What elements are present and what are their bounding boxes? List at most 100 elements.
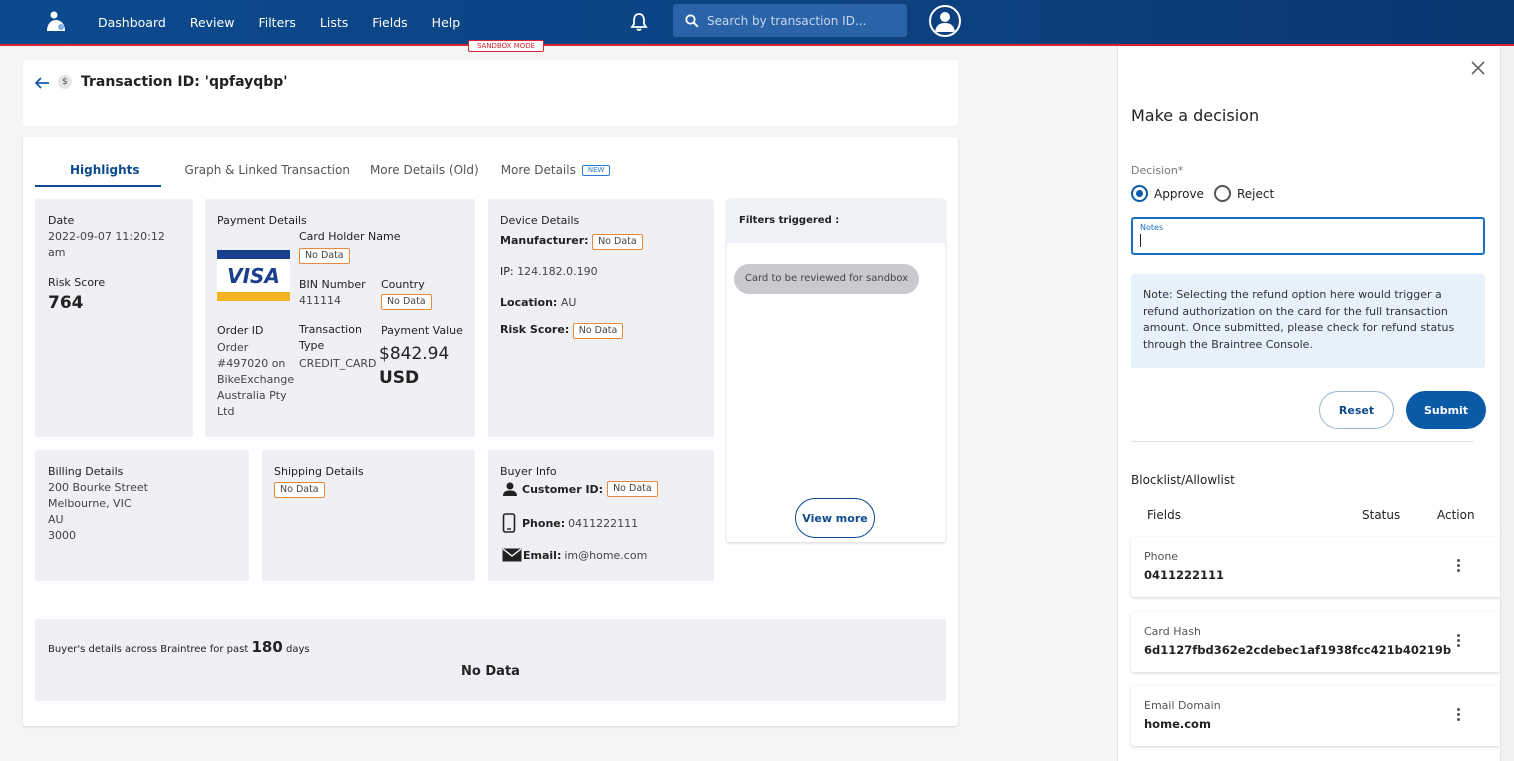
submit-button[interactable]: Submit (1406, 391, 1486, 429)
transaction-header: $ Transaction ID: 'qpfayqbp' (23, 60, 958, 126)
email-label: Email: (523, 548, 562, 562)
nav-filters[interactable]: Filters (258, 15, 295, 30)
svg-text:VISA: VISA (227, 264, 280, 288)
filters-triggered-panel: Filters triggered : Card to be reviewed … (727, 199, 945, 542)
filters-title: Filters triggered : (739, 215, 840, 226)
order-id-value: Order #497020 on BikeExchange Australia … (217, 341, 295, 418)
order-id-label: Order ID (217, 324, 264, 337)
buyer-info-panel: Buyer Info Customer ID: No Data Phone: 0… (488, 450, 714, 581)
nav-review[interactable]: Review (190, 15, 235, 30)
country-label: Country (381, 278, 425, 291)
blocklist-field-name: Email Domain (1144, 699, 1221, 712)
manufacturer-row: Manufacturer: No Data (500, 234, 643, 250)
blocklist-field-value: 6d1127fbd362e2cdebec1af1938fcc421b40219b (1144, 643, 1452, 657)
country-value: No Data (381, 293, 432, 310)
more-vert-icon[interactable] (1449, 557, 1467, 577)
customer-id-label: Customer ID: (522, 482, 604, 496)
main-nav: Dashboard Review Filters Lists Fields He… (98, 0, 484, 44)
blocklist-row: Email Domain home.com (1131, 686, 1501, 746)
search-icon (685, 13, 699, 28)
summary-panel: Date 2022-09-07 11:20:12 am Risk Score 7… (35, 199, 193, 437)
reject-label[interactable]: Reject (1237, 187, 1274, 201)
notes-field[interactable]: Notes (1131, 217, 1485, 255)
ip-label: IP: (500, 265, 514, 278)
approve-radio[interactable] (1131, 185, 1148, 202)
text-cursor (1140, 234, 1141, 247)
bell-icon[interactable] (630, 12, 648, 32)
tab-more-details[interactable]: More Details NEW (501, 152, 611, 188)
phone-row: Phone: 0411222111 (502, 513, 638, 533)
top-navbar: Dashboard Review Filters Lists Fields He… (0, 0, 1514, 46)
device-details-title: Device Details (500, 214, 580, 227)
decision-drawer: Make a decision Decision* Approve Reject… (1117, 46, 1501, 761)
card-holder-label: Card Holder Name (299, 230, 401, 243)
card-holder-no-data: No Data (299, 248, 350, 264)
phone-icon (502, 513, 516, 533)
active-tab-indicator (35, 185, 161, 187)
col-action: Action (1437, 508, 1475, 522)
reject-radio[interactable] (1213, 185, 1231, 202)
buyer-history-prefix: Buyer's details across Braintree for pas… (48, 644, 249, 655)
ip-value: 124.182.0.190 (517, 265, 598, 278)
payment-value-amount: $842.94 (379, 344, 450, 364)
location-row: Location: AU (500, 296, 576, 309)
buyer-history-panel: Buyer's details across Braintree for pas… (35, 619, 946, 701)
device-risk-no-data: No Data (572, 323, 624, 339)
nav-help[interactable]: Help (432, 15, 461, 30)
manufacturer-no-data: No Data (592, 234, 643, 250)
app-logo-icon[interactable] (44, 10, 68, 34)
customer-id-no-data: No Data (607, 481, 658, 497)
risk-score-value: 764 (48, 293, 84, 313)
phone-label: Phone: (522, 516, 566, 530)
more-vert-icon[interactable] (1449, 632, 1467, 652)
payment-value-currency: USD (379, 368, 420, 388)
reset-button[interactable]: Reset (1319, 391, 1394, 429)
col-status: Status (1362, 508, 1401, 522)
buyer-history-suffix: days (285, 644, 310, 655)
date-label: Date (48, 214, 75, 227)
buyer-history-empty: No Data (461, 664, 520, 679)
billing-line-2: Melbourne, VIC (48, 497, 132, 510)
blocklist-row: Phone 0411222111 (1131, 537, 1501, 597)
ip-row: IP: 124.182.0.190 (500, 265, 598, 278)
tab-highlights[interactable]: Highlights (70, 152, 140, 188)
person-icon (503, 482, 517, 496)
email-icon (502, 548, 522, 562)
nav-fields[interactable]: Fields (372, 15, 407, 30)
close-icon[interactable] (1468, 58, 1488, 78)
search-input[interactable] (707, 13, 897, 28)
email-row: Email: im@home.com (502, 548, 647, 562)
sandbox-mode-badge: SANDBOX MODE (468, 40, 544, 52)
location-label: Location: (500, 296, 558, 309)
blocklist-title: Blocklist/Allowlist (1131, 473, 1235, 487)
drawer-scrollbar[interactable] (1500, 46, 1514, 761)
nav-lists[interactable]: Lists (320, 15, 348, 30)
approve-label[interactable]: Approve (1154, 187, 1204, 201)
billing-title: Billing Details (48, 465, 124, 478)
back-arrow-icon[interactable] (33, 74, 51, 92)
transaction-type-value: CREDIT_CARD (299, 357, 377, 370)
page-title: Transaction ID: 'qpfayqbp' (81, 74, 288, 90)
tab-graph-linked[interactable]: Graph & Linked Transaction (185, 152, 350, 188)
shipping-no-data: No Data (274, 482, 325, 498)
nav-dashboard[interactable]: Dashboard (98, 15, 166, 30)
user-avatar-icon[interactable] (929, 5, 961, 37)
payment-value-label: Payment Value (381, 324, 463, 337)
notes-input[interactable] (1140, 234, 1470, 250)
transaction-details-card: Highlights Graph & Linked Transaction Mo… (23, 137, 958, 726)
date-value: 2022-09-07 11:20:12 am (48, 230, 165, 259)
decision-title: Make a decision (1131, 106, 1260, 125)
device-risk-row: Risk Score: No Data (500, 323, 624, 339)
search-box[interactable] (673, 4, 907, 37)
tab-more-details-old[interactable]: More Details (Old) (370, 152, 479, 188)
more-vert-icon[interactable] (1449, 706, 1467, 726)
details-tabs: Highlights Graph & Linked Transaction Mo… (35, 151, 611, 189)
payment-details-panel: Payment Details VISA Card Holder Name No… (205, 199, 475, 437)
buyer-history-title: Buyer's details across Braintree for pas… (48, 638, 310, 656)
blocklist-field-name: Card Hash (1144, 625, 1201, 638)
filter-chip[interactable]: Card to be reviewed for sandbox (734, 264, 919, 294)
view-more-button[interactable]: View more (795, 498, 875, 538)
country-no-data: No Data (381, 294, 432, 310)
billing-line-1: 200 Bourke Street (48, 481, 148, 494)
tab-more-details-label: More Details (500, 163, 576, 177)
